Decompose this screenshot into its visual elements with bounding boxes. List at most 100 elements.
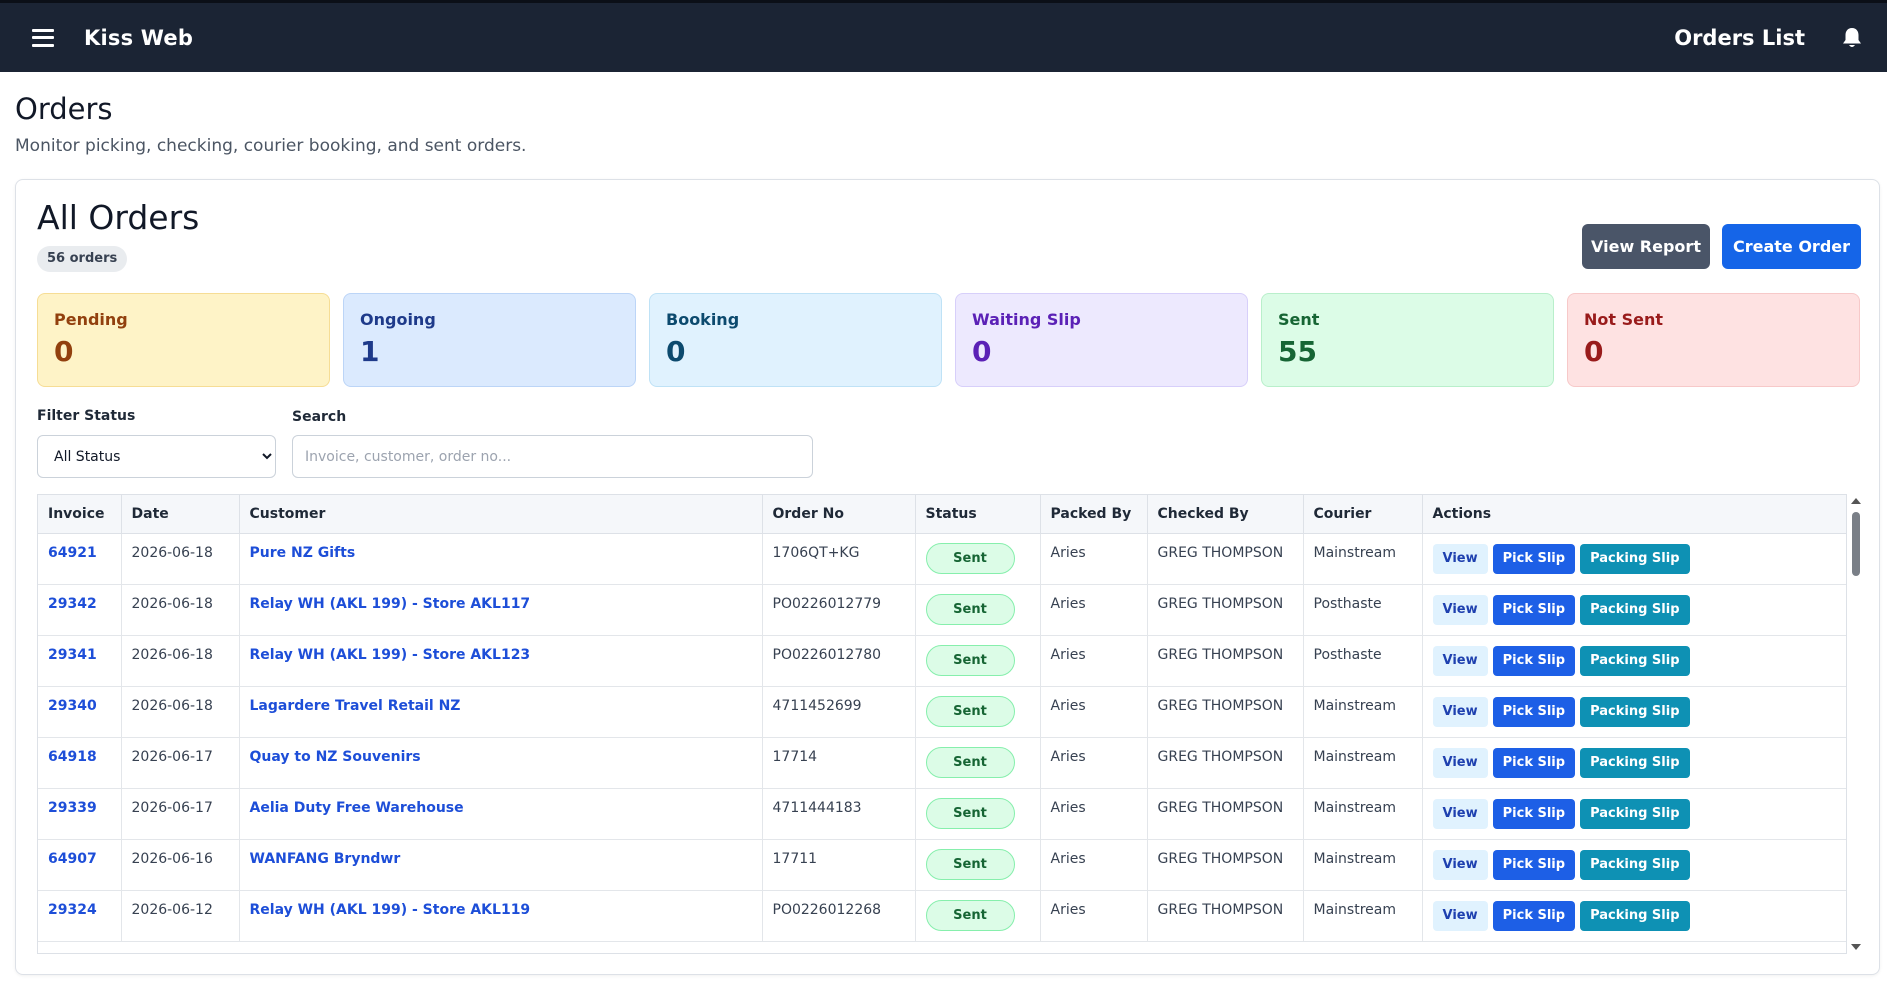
filter-status-select[interactable]: All Status bbox=[37, 435, 276, 478]
column-header[interactable]: Courier bbox=[1303, 495, 1423, 534]
view-report-button[interactable]: View Report bbox=[1582, 224, 1710, 269]
row-actions: View Pick Slip Packing Slip bbox=[1432, 747, 1839, 778]
view-button[interactable]: View bbox=[1432, 849, 1488, 880]
table-scrollbar[interactable] bbox=[1849, 494, 1863, 954]
view-button[interactable]: View bbox=[1432, 696, 1488, 727]
stat-value: 0 bbox=[972, 335, 992, 368]
stat-value: 1 bbox=[360, 335, 380, 368]
table-row[interactable]: 29342 2026-06-18 Relay WH (AKL 199) - Stor… bbox=[38, 584, 1846, 636]
page-title: Orders bbox=[15, 92, 113, 126]
packing-slip-button[interactable]: Packing Slip bbox=[1580, 747, 1690, 778]
packing-slip-button[interactable]: Packing Slip bbox=[1580, 543, 1690, 574]
pick-slip-button[interactable]: Pick Slip bbox=[1492, 594, 1576, 625]
table-row[interactable]: 29341 2026-06-18 Relay WH (AKL 199) - Stor… bbox=[38, 635, 1846, 687]
packing-slip-button[interactable]: Packing Slip bbox=[1580, 645, 1690, 676]
packing-slip-button[interactable]: Packing Slip bbox=[1580, 594, 1690, 625]
page-subtitle: Monitor picking, checking, courier booki… bbox=[15, 136, 527, 156]
table-row[interactable]: 64907 2026-06-16 WANFANG Bryndwr 17711 Sent A… bbox=[38, 839, 1846, 891]
row-actions: View Pick Slip Packing Slip bbox=[1432, 594, 1839, 625]
packing-slip-button[interactable]: Packing Slip bbox=[1580, 798, 1690, 829]
view-button[interactable]: View bbox=[1432, 900, 1488, 931]
customer-link[interactable]: Relay WH (AKL 199) - Store AKL117 bbox=[250, 596, 531, 612]
table-row[interactable]: 29340 2026-06-18 Lagardere Travel Retail N… bbox=[38, 686, 1846, 738]
stat-pending[interactable]: Pending 0 bbox=[37, 293, 330, 387]
row-actions: View Pick Slip Packing Slip bbox=[1432, 849, 1839, 880]
stat-label: Booking bbox=[666, 310, 740, 329]
invoice-link[interactable]: 29324 bbox=[48, 902, 97, 918]
cell-courier: Mainstream bbox=[1303, 788, 1423, 840]
cell-order-no: PO0226012268 bbox=[762, 890, 916, 942]
packing-slip-button[interactable]: Packing Slip bbox=[1580, 849, 1690, 880]
create-order-button[interactable]: Create Order bbox=[1722, 224, 1861, 269]
scroll-up-icon[interactable] bbox=[1851, 498, 1861, 504]
pick-slip-button[interactable]: Pick Slip bbox=[1492, 696, 1576, 727]
invoice-link[interactable]: 29342 bbox=[48, 596, 97, 612]
table-row[interactable]: 29339 2026-06-17 Aelia Duty Free Warehouse… bbox=[38, 788, 1846, 840]
invoice-link[interactable]: 64907 bbox=[48, 851, 97, 867]
stat-waiting-slip[interactable]: Waiting Slip 0 bbox=[955, 293, 1248, 387]
cell-status: Sent bbox=[915, 584, 1041, 636]
invoice-link[interactable]: 29339 bbox=[48, 800, 97, 816]
cell-actions: View Pick Slip Packing Slip bbox=[1422, 686, 1846, 738]
customer-link[interactable]: WANFANG Bryndwr bbox=[250, 851, 401, 867]
pick-slip-button[interactable]: Pick Slip bbox=[1492, 798, 1576, 829]
stat-label: Not Sent bbox=[1584, 310, 1664, 329]
brand-name[interactable]: Kiss Web bbox=[84, 26, 193, 50]
customer-link[interactable]: Lagardere Travel Retail NZ bbox=[250, 698, 461, 714]
filter-status-label: Filter Status bbox=[37, 408, 136, 424]
table-row[interactable]: 29324 2026-06-12 Relay WH (AKL 199) - Stor… bbox=[38, 890, 1846, 942]
packing-slip-button[interactable]: Packing Slip bbox=[1580, 900, 1690, 931]
pick-slip-button[interactable]: Pick Slip bbox=[1492, 849, 1576, 880]
view-button[interactable]: View bbox=[1432, 543, 1488, 574]
stat-booking[interactable]: Booking 0 bbox=[649, 293, 942, 387]
pick-slip-button[interactable]: Pick Slip bbox=[1492, 543, 1576, 574]
cell-customer: Lagardere Travel Retail NZ bbox=[239, 686, 763, 738]
cell-status: Sent bbox=[915, 533, 1041, 585]
pick-slip-button[interactable]: Pick Slip bbox=[1492, 900, 1576, 931]
table-row[interactable]: 64921 2026-06-18 Pure NZ Gifts 1706QT+KG Sen… bbox=[38, 533, 1846, 585]
stat-ongoing[interactable]: Ongoing 1 bbox=[343, 293, 636, 387]
scroll-down-icon[interactable] bbox=[1851, 944, 1861, 950]
cell-courier: Posthaste bbox=[1303, 635, 1423, 687]
cell-order-no: PO0226012779 bbox=[762, 584, 916, 636]
view-button[interactable]: View bbox=[1432, 645, 1488, 676]
card-title: All Orders bbox=[37, 198, 200, 237]
column-header[interactable]: Date bbox=[121, 495, 240, 534]
customer-link[interactable]: Relay WH (AKL 199) - Store AKL123 bbox=[250, 647, 531, 663]
view-button[interactable]: View bbox=[1432, 747, 1488, 778]
bell-icon[interactable] bbox=[1841, 26, 1863, 50]
invoice-link[interactable]: 29341 bbox=[48, 647, 97, 663]
customer-link[interactable]: Quay to NZ Souvenirs bbox=[250, 749, 421, 765]
customer-link[interactable]: Pure NZ Gifts bbox=[250, 545, 356, 561]
column-header[interactable]: Checked By bbox=[1147, 495, 1304, 534]
view-button[interactable]: View bbox=[1432, 798, 1488, 829]
column-header[interactable]: Order No bbox=[762, 495, 916, 534]
column-header[interactable]: Status bbox=[915, 495, 1041, 534]
pick-slip-button[interactable]: Pick Slip bbox=[1492, 645, 1576, 676]
cell-customer: Relay WH (AKL 199) - Store AKL117 bbox=[239, 584, 763, 636]
customer-link[interactable]: Relay WH (AKL 199) - Store AKL119 bbox=[250, 902, 531, 918]
cell-date: 2026-06-18 bbox=[121, 635, 240, 687]
pick-slip-button[interactable]: Pick Slip bbox=[1492, 747, 1576, 778]
cell-actions: View Pick Slip Packing Slip bbox=[1422, 890, 1846, 942]
menu-icon[interactable] bbox=[32, 28, 54, 47]
customer-link[interactable]: Aelia Duty Free Warehouse bbox=[250, 800, 464, 816]
table-row[interactable]: 64918 2026-06-17 Quay to NZ Souvenirs 17714… bbox=[38, 737, 1846, 789]
cell-actions: View Pick Slip Packing Slip bbox=[1422, 584, 1846, 636]
status-badge: Sent bbox=[925, 899, 1015, 931]
column-header[interactable]: Invoice bbox=[38, 495, 122, 534]
column-header[interactable]: Packed By bbox=[1040, 495, 1148, 534]
stat-sent[interactable]: Sent 55 bbox=[1261, 293, 1554, 387]
scrollbar-thumb[interactable] bbox=[1852, 512, 1860, 576]
stat-not-sent[interactable]: Not Sent 0 bbox=[1567, 293, 1860, 387]
cell-packed-by: Aries bbox=[1040, 584, 1148, 636]
cell-packed-by: Aries bbox=[1040, 890, 1148, 942]
status-badge: Sent bbox=[925, 542, 1015, 574]
packing-slip-button[interactable]: Packing Slip bbox=[1580, 696, 1690, 727]
invoice-link[interactable]: 29340 bbox=[48, 698, 97, 714]
invoice-link[interactable]: 64921 bbox=[48, 545, 97, 561]
view-button[interactable]: View bbox=[1432, 594, 1488, 625]
column-header[interactable]: Customer bbox=[239, 495, 763, 534]
search-input[interactable] bbox=[292, 435, 813, 478]
invoice-link[interactable]: 64918 bbox=[48, 749, 97, 765]
